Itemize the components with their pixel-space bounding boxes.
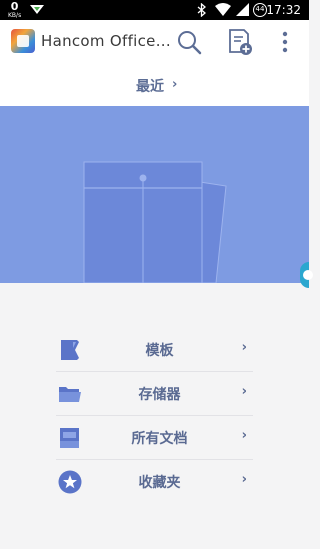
- menu-item-all-documents[interactable]: 所有文档 ›: [56, 416, 253, 460]
- storage-menu: 模板 › 存储器 › 所有文档 › 收藏夹 ›: [56, 328, 253, 503]
- signal-triangle-icon: [30, 5, 44, 14]
- cell-signal-icon: [236, 3, 249, 16]
- new-document-icon[interactable]: [226, 28, 254, 56]
- chevron-right-icon: ›: [172, 77, 178, 92]
- app-bar: Hancom Office...: [0, 20, 309, 64]
- recent-label: 最近: [136, 79, 164, 95]
- bluetooth-icon: [197, 3, 206, 17]
- chevron-right-icon: ›: [241, 384, 247, 399]
- more-vert-icon[interactable]: [271, 28, 299, 56]
- battery-icon: 44: [253, 3, 267, 17]
- search-icon[interactable]: [175, 28, 203, 56]
- chevron-right-icon: ›: [241, 428, 247, 443]
- network-speed: 0 KB/s: [8, 0, 22, 19]
- menu-label-storage: 存储器: [138, 387, 181, 403]
- app-logo: [11, 29, 35, 53]
- menu-item-template[interactable]: 模板 ›: [56, 328, 253, 372]
- template-icon: [61, 340, 79, 360]
- menu-label-favorites: 收藏夹: [138, 475, 181, 491]
- folder-icon: [59, 387, 81, 402]
- recent-empty-illustration: [0, 106, 309, 283]
- menu-label-all-documents: 所有文档: [131, 431, 188, 447]
- documents-icon: [60, 428, 79, 448]
- menu-item-favorites[interactable]: 收藏夹 ›: [56, 460, 253, 503]
- envelope-icon: [83, 161, 227, 283]
- chevron-right-icon: ›: [241, 340, 247, 355]
- clock: 17:32: [266, 3, 301, 17]
- menu-item-storage[interactable]: 存储器 ›: [56, 372, 253, 416]
- side-drawer-handle[interactable]: [300, 262, 313, 288]
- star-icon: [58, 470, 82, 494]
- app-title: Hancom Office...: [41, 32, 171, 50]
- status-bar: 0 KB/s 44 17:32: [0, 0, 309, 20]
- chevron-right-icon: ›: [241, 472, 247, 487]
- recent-link[interactable]: 最近 ›: [0, 64, 309, 106]
- menu-label-template: 模板: [145, 343, 174, 359]
- wifi-icon: [215, 3, 231, 16]
